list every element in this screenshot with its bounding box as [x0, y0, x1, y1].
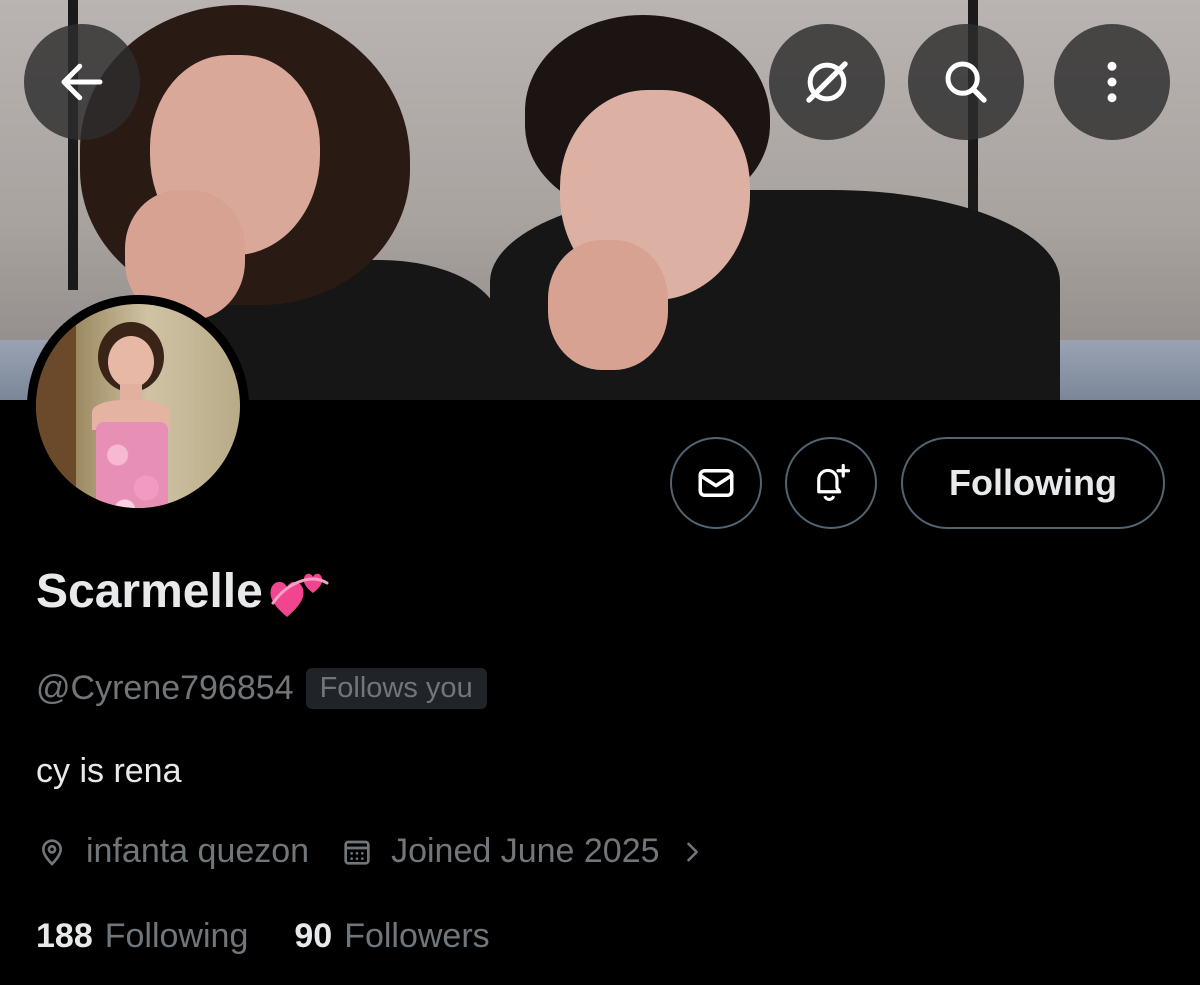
bell-plus-icon: [817, 463, 851, 501]
notifications-button[interactable]: [785, 437, 877, 529]
follows-you-badge: Follows you: [305, 668, 487, 709]
calendar-icon: [344, 840, 370, 865]
display-name: Scarmelle: [36, 563, 331, 619]
message-button[interactable]: [670, 437, 762, 529]
followers-count: 90: [294, 917, 333, 955]
join-date[interactable]: Joined June 2025: [341, 832, 705, 871]
arrow-left-icon: [61, 63, 103, 101]
profile-avatar[interactable]: [27, 295, 249, 517]
slashed-circle-icon: [806, 61, 848, 103]
two-hearts-emoji: [270, 573, 329, 617]
handle-row: @Cyrene796854 Follows you: [36, 668, 487, 709]
handle: @Cyrene796854: [36, 669, 294, 707]
search-button[interactable]: [908, 24, 1024, 140]
join-date-text: Joined June 2025: [391, 832, 660, 870]
chevron-right-icon: [686, 842, 698, 861]
following-stat[interactable]: 188 Following: [36, 917, 248, 956]
bio: cy is rena: [36, 752, 182, 790]
search-icon: [945, 61, 987, 103]
followers-stat[interactable]: 90 Followers: [294, 917, 489, 956]
profile-meta: infanta quezon Joined June 2025: [36, 832, 738, 871]
following-label: Following: [104, 917, 249, 955]
following-button[interactable]: Following: [901, 437, 1165, 529]
location-pin-icon: [41, 838, 63, 866]
envelope-icon: [698, 469, 734, 497]
more-button[interactable]: [1054, 24, 1170, 140]
following-count: 188: [36, 917, 93, 955]
grok-button[interactable]: [769, 24, 885, 140]
location: infanta quezon: [36, 832, 309, 871]
display-name-text: Scarmelle: [36, 564, 263, 618]
location-text: infanta quezon: [86, 832, 310, 870]
follow-stats: 188 Following 90 Followers: [36, 917, 536, 956]
avatar-image: [36, 304, 240, 508]
back-button[interactable]: [24, 24, 140, 140]
more-vertical-icon: [1107, 61, 1117, 103]
followers-label: Followers: [344, 917, 490, 955]
